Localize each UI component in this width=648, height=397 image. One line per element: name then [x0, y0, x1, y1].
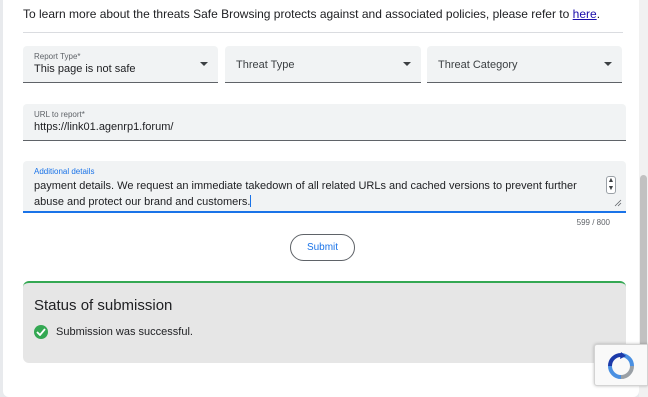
url-label: URL to report* — [34, 110, 85, 119]
threat-category-select[interactable]: Threat Category — [427, 46, 622, 83]
submit-button[interactable]: Submit — [290, 234, 355, 261]
report-type-label: Report Type* — [34, 52, 81, 61]
intro-suffix: . — [596, 7, 601, 21]
status-row: Submission was successful. — [34, 325, 193, 339]
chevron-down-icon — [604, 62, 612, 66]
report-type-value: This page is not safe — [34, 63, 136, 75]
resize-handle-icon[interactable] — [614, 199, 622, 207]
scroll-arrows-icon[interactable]: ▲ ▼ — [606, 176, 616, 194]
chevron-down-icon — [200, 62, 208, 66]
intro-text: To learn more about the threats Safe Bro… — [23, 7, 600, 21]
report-type-select[interactable]: Report Type* This page is not safe — [23, 46, 218, 83]
text-cursor — [250, 195, 252, 207]
chevron-down-icon — [403, 62, 411, 66]
details-value: payment details. We request an immediate… — [34, 180, 577, 208]
url-field[interactable]: URL to report* https://link01.agenrp1.fo… — [23, 104, 626, 141]
scrollbar[interactable] — [639, 0, 648, 397]
report-page: To learn more about the threats Safe Bro… — [3, 0, 639, 397]
status-title: Status of submission — [34, 297, 173, 314]
check-circle-icon — [34, 325, 48, 339]
details-textarea[interactable]: payment details. We request an immediate… — [34, 178, 592, 210]
recaptcha-badge[interactable] — [594, 344, 648, 386]
status-message: Submission was successful. — [56, 326, 193, 338]
intro-sentence: To learn more about the threats Safe Bro… — [23, 7, 573, 21]
threat-category-placeholder: Threat Category — [438, 59, 518, 71]
policies-link[interactable]: here — [573, 7, 597, 21]
status-panel: Status of submission Submission was succ… — [23, 281, 626, 363]
url-value: https://link01.agenrp1.forum/ — [34, 121, 174, 133]
details-label: Additional details — [34, 167, 95, 176]
recaptcha-logo-icon — [608, 352, 634, 379]
additional-details-field[interactable]: Additional details payment details. We r… — [23, 161, 626, 213]
threat-type-placeholder: Threat Type — [236, 59, 295, 71]
divider — [23, 32, 623, 33]
character-counter: 599 / 800 — [576, 218, 610, 227]
threat-type-select[interactable]: Threat Type — [225, 46, 421, 83]
